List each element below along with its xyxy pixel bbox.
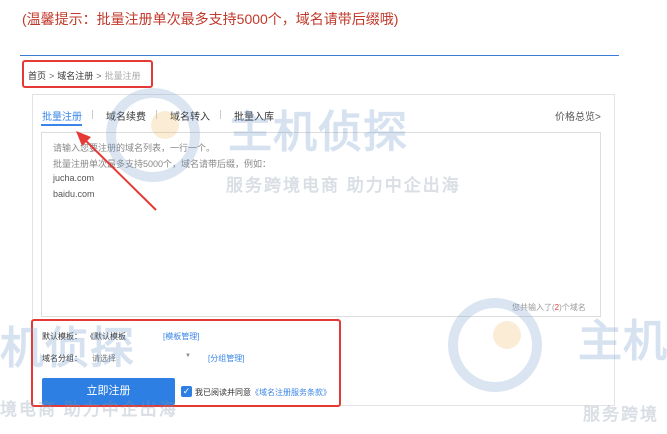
annotation-arrow-layer	[76, 131, 157, 211]
watermark-logo-icon	[448, 298, 542, 392]
watermark-logo-icon	[106, 88, 200, 182]
